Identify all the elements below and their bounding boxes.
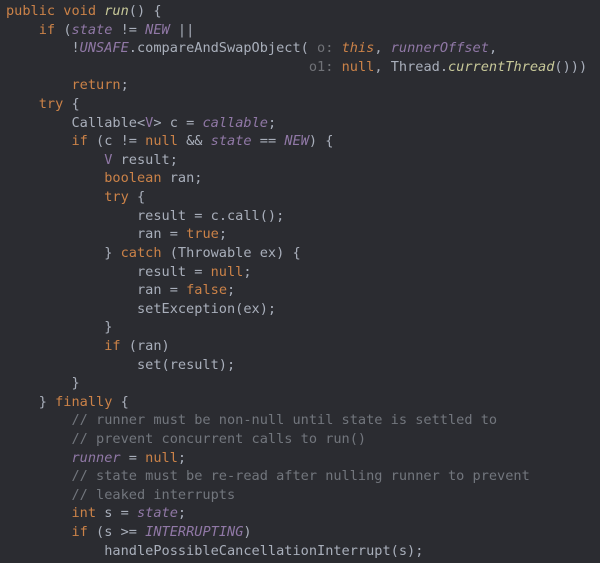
comment-3: // state must be re-read after nulling r… [71, 468, 529, 484]
kw-if-3: if [104, 338, 120, 354]
hint-o: o: [317, 40, 333, 56]
kw-null-4: null [145, 450, 178, 466]
kw-boolean: boolean [104, 170, 161, 186]
kw-this: this [342, 40, 375, 56]
kw-try-2: try [104, 189, 129, 205]
fn-run: run [104, 3, 129, 19]
field-state-2: state [211, 133, 252, 149]
kw-finally: finally [55, 394, 112, 410]
fn-call: call [227, 208, 260, 224]
const-new-1: NEW [145, 22, 170, 38]
field-unsafe: UNSAFE [80, 40, 129, 56]
kw-try-1: try [39, 96, 64, 112]
kw-if: if [39, 22, 55, 38]
klass-thread: Thread [391, 59, 440, 75]
kw-false: false [186, 282, 227, 298]
klass-callable: Callable [71, 115, 136, 131]
kw-void: void [63, 3, 96, 19]
kw-if-2: if [71, 133, 87, 149]
kw-null-2: null [145, 133, 178, 149]
field-state: state [72, 22, 113, 38]
kw-null-3: null [211, 264, 244, 280]
field-callable: callable [202, 115, 267, 131]
field-runner: runner [71, 450, 120, 466]
var-ran: ran [170, 170, 195, 186]
kw-true: true [186, 226, 219, 242]
kw-if-4: if [71, 524, 87, 540]
comment-1: // runner must be non-null until state i… [71, 412, 497, 428]
var-s: s [104, 505, 112, 521]
kw-public: public [6, 3, 55, 19]
var-result: result [121, 152, 170, 168]
hint-o1: o1: [309, 59, 334, 75]
fn-handle: handlePossibleCancellationInterrupt [104, 543, 390, 559]
code-block: public void run() { if (state != NEW || … [0, 0, 600, 563]
const-interrupting: INTERRUPTING [145, 524, 243, 540]
kw-null-1: null [342, 59, 375, 75]
const-new-2: NEW [284, 133, 309, 149]
kw-int: int [71, 505, 96, 521]
generic-V-2: V [104, 152, 112, 168]
var-c: c [170, 115, 178, 131]
fn-currentThread: currentThread [448, 59, 554, 75]
var-ex: ex [260, 245, 276, 261]
field-state-3: state [137, 505, 178, 521]
fn-set: set [137, 357, 162, 373]
comment-4: // leaked interrupts [71, 487, 235, 503]
klass-throwable: Throwable [178, 245, 252, 261]
comment-2: // prevent concurrent calls to run() [71, 431, 366, 447]
kw-catch: catch [121, 245, 162, 261]
fn-setException: setException [137, 301, 235, 317]
field-runnerOffset: runnerOffset [391, 40, 489, 56]
fn-cas: compareAndSwapObject [137, 40, 301, 56]
kw-return: return [71, 77, 120, 93]
